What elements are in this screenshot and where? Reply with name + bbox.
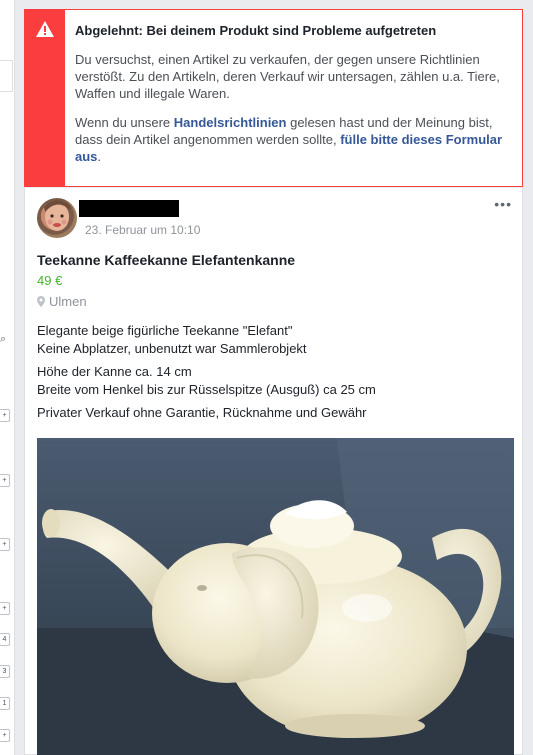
sidebar-badge[interactable]: + xyxy=(0,729,10,742)
listing-photo[interactable] xyxy=(37,438,514,755)
left-sidebar: ⌕ + + + + 4 3 1 + xyxy=(0,0,15,755)
commerce-policies-link[interactable]: Handelsrichtlinien xyxy=(174,115,287,130)
author-name-redacted[interactable] xyxy=(79,200,179,217)
sidebar-badge[interactable]: + xyxy=(0,474,10,487)
teapot-image xyxy=(37,438,514,755)
sidebar-badge[interactable]: 3 xyxy=(0,665,10,678)
warning-icon xyxy=(36,21,54,37)
description-paragraph: Elegante beige figürliche Teekanne "Elef… xyxy=(37,323,307,356)
sidebar-badge[interactable]: 4 xyxy=(0,633,10,646)
location-pin-icon xyxy=(37,296,45,307)
alert-paragraph: Wenn du unsere Handelsrichtlinien gelese… xyxy=(75,114,515,165)
sidebar-badge[interactable]: + xyxy=(0,409,10,422)
description-paragraph: Höhe der Kanne ca. 14 cm Breite vom Henk… xyxy=(37,364,376,397)
listing-description: Elegante beige figürliche Teekanne "Elef… xyxy=(37,322,517,427)
alert-text: Wenn du unsere xyxy=(75,115,174,130)
search-icon[interactable]: ⌕ xyxy=(0,333,6,346)
sidebar-badge[interactable]: 1 xyxy=(0,697,10,710)
alert-title: Abgelehnt: Bei deinem Produkt sind Probl… xyxy=(75,23,437,38)
post-timestamp[interactable]: 23. Februar um 10:10 xyxy=(85,223,200,237)
alert-strip xyxy=(25,10,65,186)
listing-post: 23. Februar um 10:10 ••• Teekanne Kaffee… xyxy=(24,188,523,755)
alert-paragraph: Du versuchst, einen Artikel zu verkaufen… xyxy=(75,52,500,101)
sidebar-box[interactable] xyxy=(0,60,13,92)
rejection-alert: Abgelehnt: Bei deinem Produkt sind Probl… xyxy=(24,9,523,187)
sidebar-badge[interactable]: + xyxy=(0,538,10,551)
more-options-icon[interactable]: ••• xyxy=(494,197,512,211)
listing-title: Teekanne Kaffeekanne Elefantenkanne xyxy=(37,252,296,268)
listing-location: Ulmen xyxy=(37,294,87,309)
avatar[interactable] xyxy=(37,198,77,238)
description-paragraph: Privater Verkauf ohne Garantie, Rücknahm… xyxy=(37,405,367,420)
listing-price: 49 € xyxy=(37,273,63,288)
location-label: Ulmen xyxy=(49,294,87,309)
alert-text: . xyxy=(97,149,102,164)
sidebar-badge[interactable]: + xyxy=(0,602,10,615)
